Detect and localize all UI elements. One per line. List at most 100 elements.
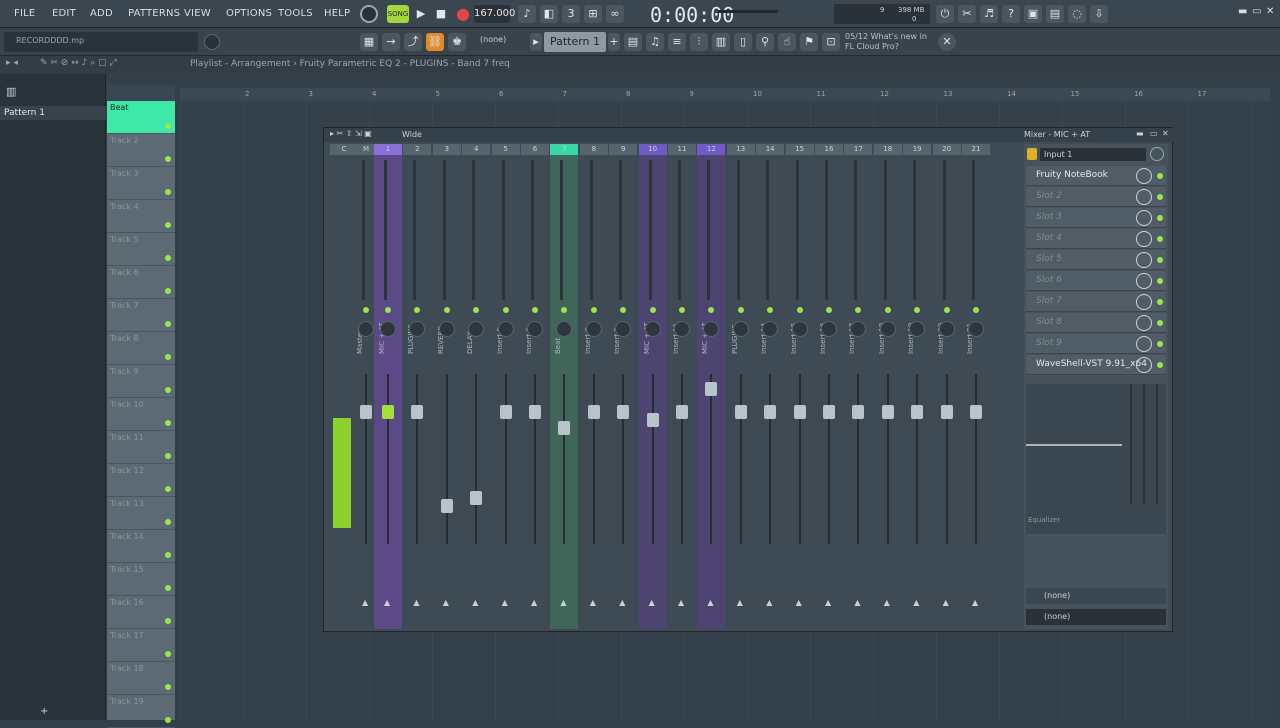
menu-file[interactable]: FILE	[14, 8, 35, 19]
volume-fader[interactable]	[881, 405, 894, 420]
strip-enable-led[interactable]	[473, 307, 480, 313]
route-arrow-icon[interactable]: ▲	[531, 598, 537, 607]
strip-enable-led[interactable]	[708, 307, 715, 313]
slot-enable-led[interactable]	[1157, 362, 1163, 368]
volume-fader[interactable]	[499, 405, 512, 420]
mic-icon[interactable]: ♬	[980, 5, 998, 23]
strip-enable-led[interactable]	[855, 307, 862, 313]
menu-patterns[interactable]: PATTERNS	[128, 8, 180, 19]
strip-pan-knob[interactable]	[556, 321, 573, 337]
effect-slot[interactable]: Slot 2	[1026, 187, 1166, 207]
route-arrow-icon[interactable]: ▲	[384, 598, 390, 607]
route-arrow-icon[interactable]: ▲	[619, 598, 625, 607]
menu-tools[interactable]: TOOLS	[278, 8, 313, 19]
tempo-display[interactable]: 167.000	[474, 5, 515, 23]
route-arrow-icon[interactable]: ▲	[796, 598, 802, 607]
slot-enable-led[interactable]	[1157, 341, 1163, 347]
track-mute-led[interactable]	[165, 387, 171, 393]
slot-enable-led[interactable]	[1157, 194, 1163, 200]
strip-enable-led[interactable]	[590, 307, 597, 313]
add-pattern-icon[interactable]: +	[40, 706, 48, 717]
strip-enable-led[interactable]	[561, 307, 568, 313]
menu-add[interactable]: ADD	[90, 8, 113, 19]
strip-pan-knob[interactable]	[497, 321, 514, 337]
strip-enable-led[interactable]	[796, 307, 803, 313]
strip-enable-led[interactable]	[363, 307, 369, 313]
volume-fader[interactable]	[617, 405, 630, 420]
track-mute-led[interactable]	[165, 684, 171, 690]
blend-icon[interactable]: ⊞	[584, 5, 602, 23]
track-mute-led[interactable]	[165, 453, 171, 459]
strip-enable-led[interactable]	[943, 307, 950, 313]
mixer-close-icon[interactable]: ✕	[1162, 129, 1169, 138]
track-mute-led[interactable]	[165, 519, 171, 525]
route-arrow-icon[interactable]: ▲	[766, 598, 772, 607]
mixer-strip[interactable]: 11 Insert 11 ▲	[668, 144, 696, 629]
browser-pattern-item[interactable]: Pattern 1	[4, 108, 45, 118]
menu-help[interactable]: HELP	[324, 8, 350, 19]
strip-pan-knob[interactable]	[879, 321, 896, 337]
track-mute-led[interactable]	[165, 189, 171, 195]
strip-pan-knob[interactable]	[585, 321, 602, 337]
volume-fader[interactable]	[411, 405, 424, 420]
slot-enable-led[interactable]	[1157, 173, 1163, 179]
tool-icons[interactable]: ✎ ✂ ⊘ ↔ ♪ ⌕ ▢ ⤢	[40, 58, 117, 68]
route-arrow-icon[interactable]: ▲	[649, 598, 655, 607]
track-header[interactable]: Track 6	[107, 266, 175, 299]
track-mute-led[interactable]	[165, 255, 171, 261]
effect-slot[interactable]: Slot 5	[1026, 250, 1166, 270]
mixer-strip[interactable]: 10 MIC + AT ▲	[638, 144, 667, 629]
strip-pan-knob[interactable]	[909, 321, 926, 337]
pattern-selector[interactable]: Pattern 1	[544, 32, 606, 52]
strip-enable-led[interactable]	[767, 307, 774, 313]
track-header[interactable]: Track 11	[107, 431, 175, 464]
browser-arrows-icon[interactable]: ▸ ◂	[6, 58, 18, 68]
volume-fader[interactable]	[382, 405, 394, 420]
output-select-1[interactable]: (none)	[1026, 588, 1166, 604]
slide-icon[interactable]: ⤴	[404, 33, 422, 51]
slot-mix-knob[interactable]	[1136, 336, 1152, 352]
track-mute-led[interactable]	[165, 651, 171, 657]
power-icon[interactable]: ⏻	[936, 5, 954, 23]
volume-fader[interactable]	[558, 420, 571, 435]
strip-pan-knob[interactable]	[674, 321, 690, 337]
route-arrow-icon[interactable]: ▲	[362, 598, 368, 607]
track-header[interactable]: Track 12	[107, 464, 175, 497]
slot-enable-led[interactable]	[1157, 299, 1163, 305]
strip-enable-led[interactable]	[443, 307, 450, 313]
volume-fader[interactable]	[764, 405, 777, 420]
menu-edit[interactable]: EDIT	[52, 8, 76, 19]
slot-mix-knob[interactable]	[1136, 231, 1152, 247]
mixer-strip[interactable]: 20 Insert 20 ▲	[932, 144, 961, 629]
piano-icon[interactable]: ♫	[646, 33, 664, 51]
track-header[interactable]: Track 18	[107, 662, 175, 695]
strip-pan-knob[interactable]	[762, 321, 779, 337]
route-arrow-icon[interactable]: ▲	[413, 598, 419, 607]
mixer-strip[interactable]: 9 Insert 9 ▲	[609, 144, 638, 629]
strip-enable-led[interactable]	[620, 307, 627, 313]
route-arrow-icon[interactable]: ▲	[854, 598, 860, 607]
play-button[interactable]: ▶	[412, 5, 430, 23]
slot-enable-led[interactable]	[1157, 215, 1163, 221]
route-arrow-icon[interactable]: ▲	[737, 598, 743, 607]
track-header[interactable]: Track 8	[107, 332, 175, 365]
strip-pan-knob[interactable]	[850, 321, 867, 337]
track-header[interactable]: Beat	[107, 101, 175, 134]
minimize-icon[interactable]: ▬	[1238, 6, 1248, 17]
volume-fader[interactable]	[470, 491, 483, 505]
slot-mix-knob[interactable]	[1136, 273, 1152, 289]
mixer-strip[interactable]: 1 MIC + AT ▲	[374, 144, 402, 629]
volume-fader[interactable]	[734, 405, 747, 420]
mixer-strip[interactable]: 6 Insert 6 ▲	[521, 144, 549, 629]
file-icon[interactable]: ▯	[734, 33, 752, 51]
route-arrow-icon[interactable]: ▲	[825, 598, 831, 607]
route-arrow-icon[interactable]: ▲	[943, 598, 949, 607]
route-arrow-icon[interactable]: ▲	[707, 598, 713, 607]
strip-enable-led[interactable]	[973, 307, 979, 313]
mixer-strip[interactable]: 19 Insert 19 ▲	[903, 144, 932, 629]
slot-mix-knob[interactable]	[1136, 189, 1152, 205]
mixer-strip[interactable]: 3 REVERB ▲	[432, 144, 461, 629]
effect-slot[interactable]: Fruity NoteBook	[1026, 166, 1166, 186]
cart-icon[interactable]: ⊡	[822, 33, 840, 51]
loop-record-icon[interactable]: ∞	[606, 5, 624, 23]
